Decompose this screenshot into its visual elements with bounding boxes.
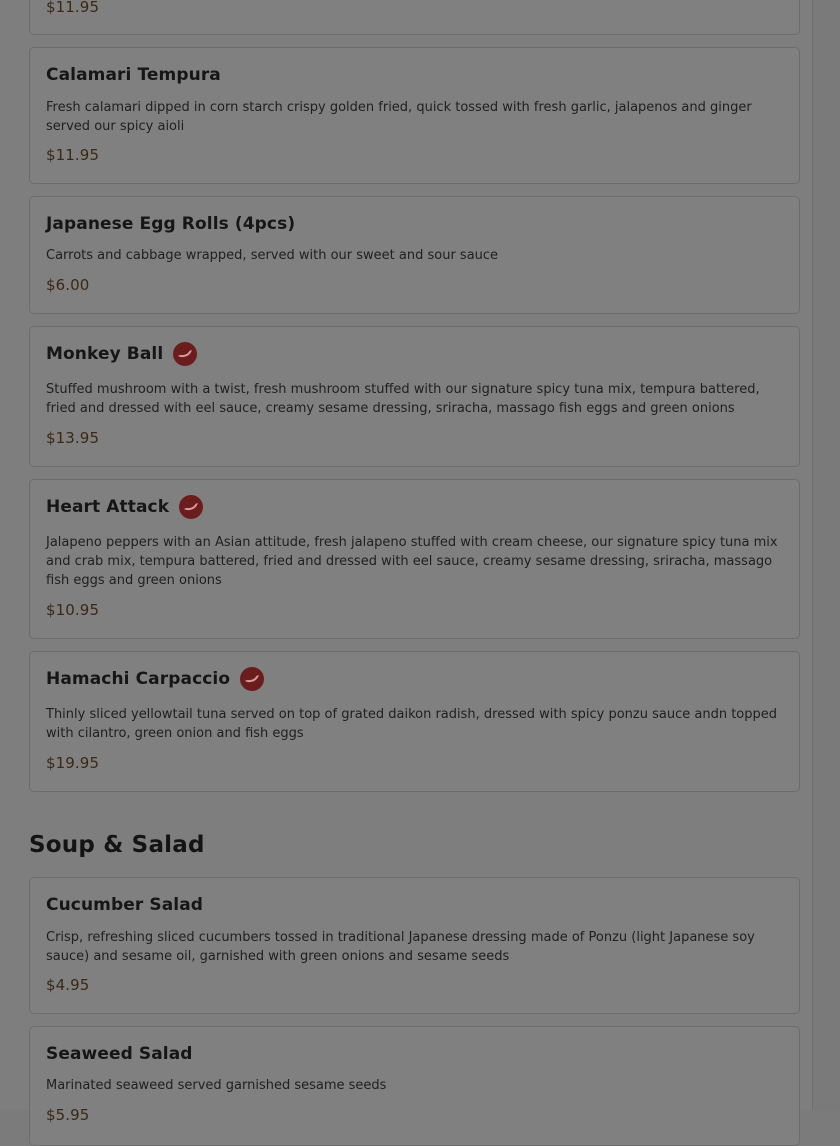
item-price: $5.95 (46, 1106, 90, 1124)
item-price: $4.95 (46, 976, 90, 994)
item-title-row: Cucumber Salad (46, 895, 203, 915)
item-description: Thinly sliced yellowtail tuna served on … (46, 707, 778, 741)
item-description: Crisp, refreshing sliced cucumbers tosse… (46, 930, 755, 964)
item-price: $19.95 (46, 754, 100, 772)
menu-page: $11.95 Calamari Tempura Fresh calamari d… (0, 0, 812, 1146)
item-description: Jalapeno peppers with an Asian attitude,… (46, 535, 778, 588)
item-title-row: Heart Attack (46, 495, 204, 519)
menu-item-card[interactable]: Japanese Egg Rolls (4pcs) Carrots and ca… (29, 196, 800, 314)
item-title-row: Calamari Tempura (46, 65, 221, 85)
spicy-pepper-icon (179, 495, 204, 519)
item-title-row: Seaweed Salad (46, 1044, 193, 1064)
item-price: $10.95 (46, 601, 100, 619)
item-price: $11.95 (46, 146, 100, 164)
item-description: Stuffed mushroom with a twist, fresh mus… (46, 382, 760, 416)
menu-item-card[interactable]: Calamari Tempura Fresh calamari dipped i… (29, 47, 800, 184)
item-title-row: Monkey Ball (46, 342, 198, 366)
item-price: $13.95 (46, 429, 100, 447)
spicy-pepper-icon (173, 342, 198, 366)
item-name: Cucumber Salad (46, 895, 204, 915)
menu-item-card[interactable]: Monkey Ball Stuffed mushroom with a twis… (29, 326, 800, 467)
item-name: Calamari Tempura (46, 65, 221, 85)
menu-item-card[interactable]: Hamachi Carpaccio Thinly sliced yellowta… (29, 651, 800, 792)
item-name: Seaweed Salad (46, 1044, 193, 1064)
item-title-row: Japanese Egg Rolls (4pcs) (46, 214, 295, 234)
menu-item-card[interactable]: Heart Attack Jalapeno peppers with an As… (29, 479, 800, 639)
item-price: $11.95 (46, 0, 100, 16)
item-name: Monkey Ball (46, 344, 164, 364)
item-description: Marinated seaweed served garnished sesam… (46, 1078, 387, 1093)
page-scrollbar[interactable] (812, 0, 840, 1110)
menu-item-card[interactable]: $11.95 (29, 0, 800, 35)
item-description: Carrots and cabbage wrapped, served with… (46, 248, 499, 263)
menu-item-card[interactable]: Seaweed Salad Marinated seaweed served g… (29, 1026, 800, 1146)
item-title-row: Hamachi Carpaccio (46, 667, 265, 691)
menu-item-card[interactable]: Cucumber Salad Crisp, refreshing sliced … (29, 877, 800, 1014)
item-name: Heart Attack (46, 497, 170, 517)
item-name: Hamachi Carpaccio (46, 669, 231, 689)
item-description: Fresh calamari dipped in corn starch cri… (46, 100, 752, 134)
section-title: Soup & Salad (29, 832, 205, 858)
item-name: Japanese Egg Rolls (4pcs) (46, 214, 296, 234)
spicy-pepper-icon (240, 667, 265, 691)
item-price: $6.00 (46, 276, 90, 294)
